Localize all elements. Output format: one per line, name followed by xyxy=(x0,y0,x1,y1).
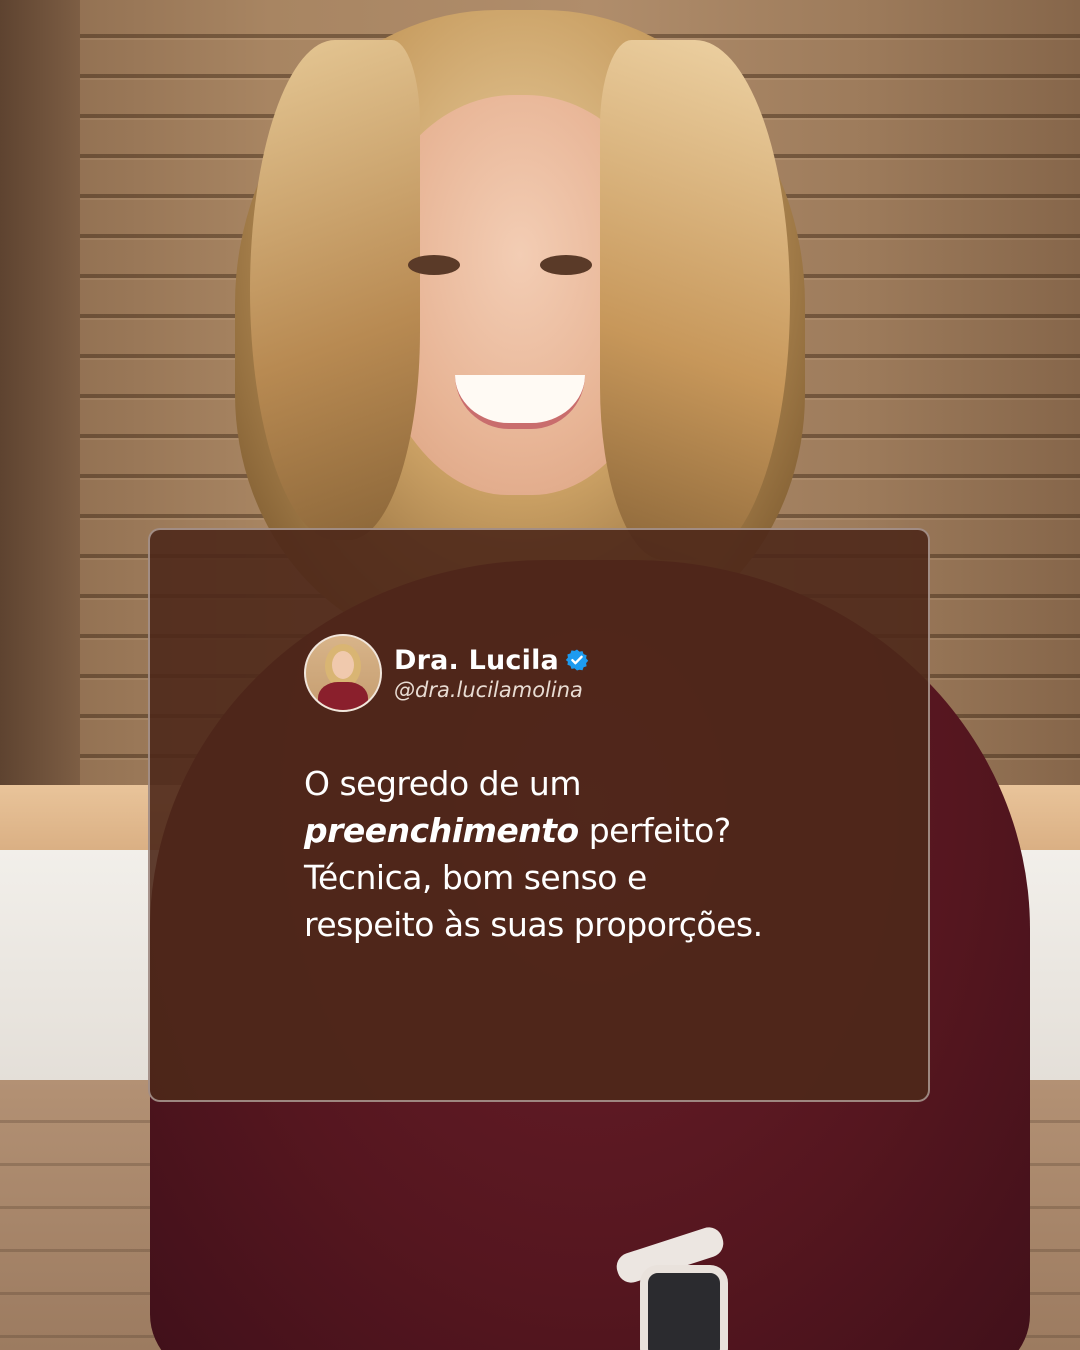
tweet-text: O segredo de um preenchimento perfeito? … xyxy=(304,760,904,948)
avatar[interactable] xyxy=(304,634,382,712)
tweet-line-2-rest: perfeito? xyxy=(578,811,732,850)
tweet-card: Dra. Lucila @dra.lucilamolina O segredo … xyxy=(148,528,930,1102)
tweet-line-1: O segredo de um xyxy=(304,764,581,803)
tweet-line-3: Técnica, bom senso e xyxy=(304,858,647,897)
left-eye xyxy=(408,255,460,275)
smartwatch xyxy=(640,1265,728,1350)
handle[interactable]: @dra.lucilamolina xyxy=(394,678,589,702)
author-names: Dra. Lucila @dra.lucilamolina xyxy=(394,645,589,702)
wall-edge xyxy=(0,0,80,790)
name-row: Dra. Lucila xyxy=(394,645,589,676)
verified-badge-icon xyxy=(565,648,589,672)
emphasis-word: preenchimento xyxy=(304,811,579,850)
hair-right xyxy=(600,40,790,560)
tweet-line-4: respeito às suas proporções. xyxy=(304,905,763,944)
tweet-author: Dra. Lucila @dra.lucilamolina xyxy=(304,634,589,712)
right-eye xyxy=(540,255,592,275)
display-name[interactable]: Dra. Lucila xyxy=(394,645,559,676)
hair-left xyxy=(250,40,420,540)
tweet-line-2: preenchimento perfeito? xyxy=(304,807,904,854)
